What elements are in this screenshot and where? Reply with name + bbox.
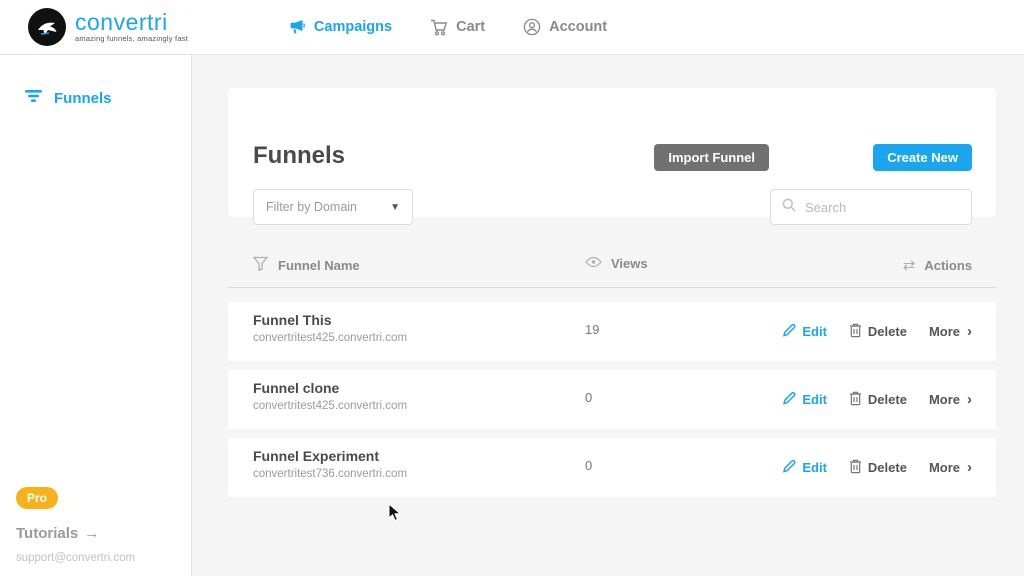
sidebar-item-funnels[interactable]: Funnels [0, 55, 191, 107]
row-actions: Edit Delete More › [782, 438, 972, 497]
funnel-views-count: 0 [585, 390, 593, 405]
sidebar-funnels-label: Funnels [54, 89, 112, 107]
import-funnel-button[interactable]: Import Funnel [654, 144, 769, 171]
row-actions: Edit Delete More › [782, 302, 972, 361]
eye-icon [585, 256, 602, 271]
pencil-icon [782, 391, 796, 408]
actions-header-label: Actions [924, 257, 972, 273]
funnel-name[interactable]: Funnel Experiment [253, 448, 379, 464]
nav-item-cart[interactable]: Cart [430, 19, 485, 36]
chevron-right-icon: › [967, 391, 972, 408]
column-header-funnel-name[interactable]: Funnel Name [252, 256, 360, 274]
sidebar-footer: Pro Tutorials → support@convertri.com [16, 487, 135, 564]
trash-icon [849, 391, 862, 409]
swap-arrows-icon: ⇄ [902, 257, 916, 274]
brand-tagline: amazing funnels, amazingly fast [75, 34, 188, 43]
funnel-filter-icon [25, 89, 42, 107]
funnel-name[interactable]: Funnel This [253, 312, 332, 328]
edit-button[interactable]: Edit [782, 391, 827, 408]
main-content: Funnels Import Funnel Create New Filter … [193, 55, 1024, 576]
megaphone-icon [288, 19, 306, 35]
sidebar: Funnels Pro Tutorials → support@convertri… [0, 55, 192, 576]
funnel-icon [252, 256, 269, 274]
filter-by-domain-dropdown[interactable]: Filter by Domain ▼ [253, 189, 413, 225]
delete-button[interactable]: Delete [849, 459, 907, 477]
tutorials-link[interactable]: Tutorials → [16, 525, 135, 542]
nav-item-campaigns[interactable]: Campaigns [288, 19, 392, 35]
funnel-domain: convertritest425.convertri.com [253, 332, 408, 344]
edit-label: Edit [802, 324, 827, 339]
more-button[interactable]: More › [929, 323, 972, 340]
funnel-row: Funnel Experiment convertritest736.conve… [228, 438, 996, 497]
funnel-name[interactable]: Funnel clone [253, 380, 339, 396]
convertri-logo[interactable]: convertri amazing funnels, amazingly fas… [28, 8, 188, 46]
edit-label: Edit [802, 460, 827, 475]
search-icon [782, 198, 796, 217]
edit-button[interactable]: Edit [782, 323, 827, 340]
edit-button[interactable]: Edit [782, 459, 827, 476]
arrow-right-icon: → [84, 525, 100, 542]
funnel-row: Funnel clone convertritest425.convertri.… [228, 370, 996, 429]
more-label: More [928, 460, 960, 475]
more-button[interactable]: More › [929, 391, 972, 408]
edit-label: Edit [802, 392, 827, 407]
chevron-right-icon: › [967, 323, 972, 340]
create-new-button[interactable]: Create New [873, 144, 972, 171]
nav-item-account[interactable]: Account [523, 18, 607, 36]
delete-label: Delete [867, 460, 907, 475]
funnel-row: Funnel This convertritest425.convertri.c… [228, 302, 996, 361]
support-email[interactable]: support@convertri.com [16, 552, 135, 564]
funnel-views-count: 19 [585, 322, 600, 337]
more-label: More [928, 324, 960, 339]
delete-label: Delete [867, 392, 907, 407]
funnels-table-header: Funnel Name Views ⇄ Actions [228, 250, 996, 288]
views-header-label: Views [611, 256, 648, 271]
top-bar: convertri amazing funnels, amazingly fas… [0, 0, 1024, 55]
nav-label-cart: Cart [456, 19, 486, 35]
brand-name: convertri [75, 9, 168, 35]
funnel-domain: convertritest736.convertri.com [253, 468, 408, 480]
more-label: More [928, 392, 960, 407]
funnel-views-count: 0 [585, 458, 593, 473]
column-header-views[interactable]: Views [585, 256, 648, 271]
tutorials-label: Tutorials [16, 525, 79, 542]
pencil-icon [782, 459, 796, 476]
chevron-right-icon: › [967, 459, 972, 476]
pencil-icon [782, 323, 796, 340]
row-actions: Edit Delete More › [782, 370, 972, 429]
search-input[interactable] [805, 199, 981, 215]
account-icon [523, 18, 541, 36]
nav-label-campaigns: Campaigns [313, 19, 393, 35]
top-navigation: Campaigns Cart Account [288, 18, 607, 36]
column-header-actions[interactable]: ⇄ Actions [903, 256, 972, 274]
filter-dropdown-label: Filter by Domain [266, 200, 357, 214]
funnel-domain: convertritest425.convertri.com [253, 400, 408, 412]
funnels-header-card: Funnels Import Funnel Create New Filter … [228, 88, 996, 225]
cart-icon [430, 19, 448, 36]
page-title: Funnels [253, 142, 346, 169]
trash-icon [849, 459, 862, 477]
chevron-down-icon: ▼ [390, 201, 400, 213]
pro-badge[interactable]: Pro [16, 487, 59, 509]
convertri-logo-icon [28, 8, 66, 46]
search-box [770, 189, 981, 225]
funnel-name-header-label: Funnel Name [278, 257, 360, 273]
delete-label: Delete [867, 324, 907, 339]
nav-label-account: Account [549, 19, 608, 35]
more-button[interactable]: More › [929, 459, 972, 476]
delete-button[interactable]: Delete [849, 391, 907, 409]
delete-button[interactable]: Delete [849, 323, 907, 341]
brand-text: convertri amazing funnels, amazingly fas… [75, 9, 188, 44]
trash-icon [849, 323, 862, 341]
